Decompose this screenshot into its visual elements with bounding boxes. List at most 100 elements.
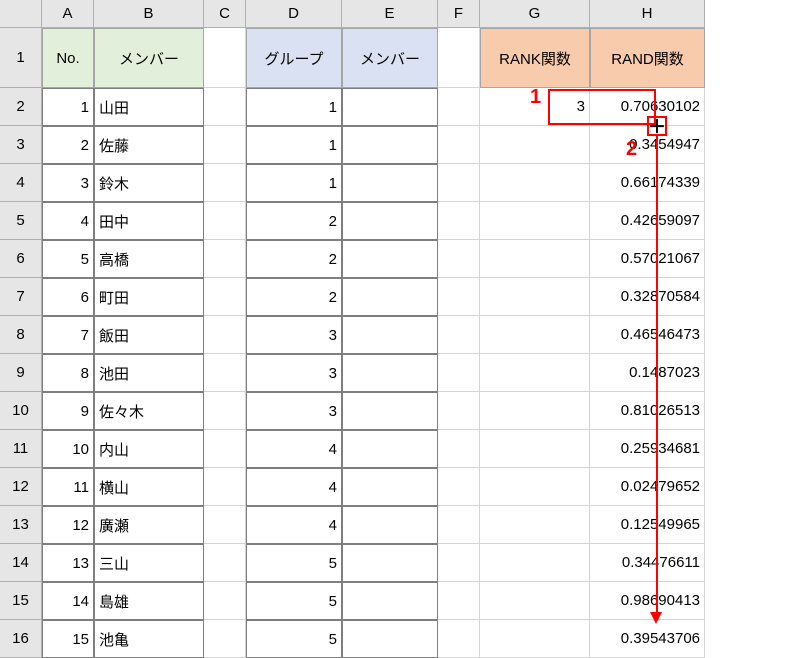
cell-rank[interactable] bbox=[480, 126, 590, 164]
cell-rand[interactable]: 0.42659097 bbox=[590, 202, 705, 240]
cell-no[interactable]: 12 bbox=[42, 506, 94, 544]
cell-no[interactable]: 6 bbox=[42, 278, 94, 316]
cell-member[interactable]: 横山 bbox=[94, 468, 204, 506]
row-header-4[interactable]: 4 bbox=[0, 164, 42, 202]
cell-member2[interactable] bbox=[342, 202, 438, 240]
cell-rank[interactable] bbox=[480, 506, 590, 544]
cell-rand[interactable]: 0.81026513 bbox=[590, 392, 705, 430]
cell-member2[interactable] bbox=[342, 392, 438, 430]
cell-no[interactable]: 13 bbox=[42, 544, 94, 582]
row-header-14[interactable]: 14 bbox=[0, 544, 42, 582]
cell-blank-C[interactable] bbox=[204, 468, 246, 506]
cell-blank-C[interactable] bbox=[204, 430, 246, 468]
row-header-12[interactable]: 12 bbox=[0, 468, 42, 506]
cell-rank[interactable] bbox=[480, 278, 590, 316]
cell-no[interactable]: 5 bbox=[42, 240, 94, 278]
cell-rand[interactable]: 0.1487023 bbox=[590, 354, 705, 392]
cell-rand[interactable]: 0.34476611 bbox=[590, 544, 705, 582]
cell-no[interactable]: 10 bbox=[42, 430, 94, 468]
col-header-A[interactable]: A bbox=[42, 0, 94, 28]
cell-member[interactable]: 飯田 bbox=[94, 316, 204, 354]
cell-blank-F[interactable] bbox=[438, 316, 480, 354]
col-header-D[interactable]: D bbox=[246, 0, 342, 28]
header-rank[interactable]: RANK関数 bbox=[480, 28, 590, 88]
cell-blank-F[interactable] bbox=[438, 278, 480, 316]
cell-member2[interactable] bbox=[342, 126, 438, 164]
cell-member2[interactable] bbox=[342, 354, 438, 392]
cell-rand[interactable]: 0.12549965 bbox=[590, 506, 705, 544]
cell-rand[interactable]: 0.32870584 bbox=[590, 278, 705, 316]
header-member2[interactable]: メンバー bbox=[342, 28, 438, 88]
cell-blank-C[interactable] bbox=[204, 278, 246, 316]
row-header-6[interactable]: 6 bbox=[0, 240, 42, 278]
cell-blank-C[interactable] bbox=[204, 544, 246, 582]
cell-member2[interactable] bbox=[342, 164, 438, 202]
cell-member2[interactable] bbox=[342, 544, 438, 582]
header-no[interactable]: No. bbox=[42, 28, 94, 88]
cell-rank[interactable] bbox=[480, 202, 590, 240]
cell-member[interactable]: 山田 bbox=[94, 88, 204, 126]
row-header-7[interactable]: 7 bbox=[0, 278, 42, 316]
cell-member[interactable]: 佐藤 bbox=[94, 126, 204, 164]
cell-rand[interactable]: 0.39543706 bbox=[590, 620, 705, 658]
row-header-5[interactable]: 5 bbox=[0, 202, 42, 240]
cell-blank-F[interactable] bbox=[438, 506, 480, 544]
row-header-16[interactable]: 16 bbox=[0, 620, 42, 658]
cell-member[interactable]: 池亀 bbox=[94, 620, 204, 658]
cell-blank-C[interactable] bbox=[204, 506, 246, 544]
cell-group[interactable]: 4 bbox=[246, 506, 342, 544]
cell-no[interactable]: 2 bbox=[42, 126, 94, 164]
row-header-13[interactable]: 13 bbox=[0, 506, 42, 544]
cell-member[interactable]: 町田 bbox=[94, 278, 204, 316]
cell-group[interactable]: 4 bbox=[246, 430, 342, 468]
row-header-11[interactable]: 11 bbox=[0, 430, 42, 468]
cell-blank-F[interactable] bbox=[438, 430, 480, 468]
row-header-2[interactable]: 2 bbox=[0, 88, 42, 126]
cell-blank-F[interactable] bbox=[438, 582, 480, 620]
cell-rank[interactable] bbox=[480, 430, 590, 468]
cell-member[interactable]: 内山 bbox=[94, 430, 204, 468]
cell-rank[interactable] bbox=[480, 354, 590, 392]
row-header-15[interactable]: 15 bbox=[0, 582, 42, 620]
cell-no[interactable]: 3 bbox=[42, 164, 94, 202]
cell-member2[interactable] bbox=[342, 278, 438, 316]
header-rand[interactable]: RAND関数 bbox=[590, 28, 705, 88]
cell-rank[interactable] bbox=[480, 164, 590, 202]
cell-blank-C[interactable] bbox=[204, 240, 246, 278]
cell-member[interactable]: 佐々木 bbox=[94, 392, 204, 430]
cell-no[interactable]: 1 bbox=[42, 88, 94, 126]
cell-blank-F[interactable] bbox=[438, 88, 480, 126]
cell-F1[interactable] bbox=[438, 28, 480, 88]
row-header-3[interactable]: 3 bbox=[0, 126, 42, 164]
cell-member[interactable]: 池田 bbox=[94, 354, 204, 392]
cell-blank-F[interactable] bbox=[438, 620, 480, 658]
cell-member2[interactable] bbox=[342, 506, 438, 544]
row-header-9[interactable]: 9 bbox=[0, 354, 42, 392]
cell-member[interactable]: 田中 bbox=[94, 202, 204, 240]
cell-blank-C[interactable] bbox=[204, 316, 246, 354]
cell-blank-C[interactable] bbox=[204, 126, 246, 164]
cell-rand[interactable]: 0.98690413 bbox=[590, 582, 705, 620]
col-header-H[interactable]: H bbox=[590, 0, 705, 28]
cell-blank-F[interactable] bbox=[438, 126, 480, 164]
cell-group[interactable]: 1 bbox=[246, 88, 342, 126]
cell-rand[interactable]: 0.25934681 bbox=[590, 430, 705, 468]
cell-no[interactable]: 11 bbox=[42, 468, 94, 506]
cell-group[interactable]: 3 bbox=[246, 316, 342, 354]
cell-blank-F[interactable] bbox=[438, 468, 480, 506]
cell-group[interactable]: 2 bbox=[246, 202, 342, 240]
cell-blank-C[interactable] bbox=[204, 354, 246, 392]
cell-member2[interactable] bbox=[342, 88, 438, 126]
cell-blank-F[interactable] bbox=[438, 164, 480, 202]
cell-no[interactable]: 4 bbox=[42, 202, 94, 240]
cell-rank[interactable] bbox=[480, 582, 590, 620]
cell-rand[interactable]: 0.46546473 bbox=[590, 316, 705, 354]
cell-group[interactable]: 5 bbox=[246, 620, 342, 658]
col-header-E[interactable]: E bbox=[342, 0, 438, 28]
cell-blank-F[interactable] bbox=[438, 240, 480, 278]
cell-member2[interactable] bbox=[342, 582, 438, 620]
cell-blank-C[interactable] bbox=[204, 620, 246, 658]
cell-rank[interactable] bbox=[480, 544, 590, 582]
cell-member2[interactable] bbox=[342, 468, 438, 506]
cell-group[interactable]: 4 bbox=[246, 468, 342, 506]
